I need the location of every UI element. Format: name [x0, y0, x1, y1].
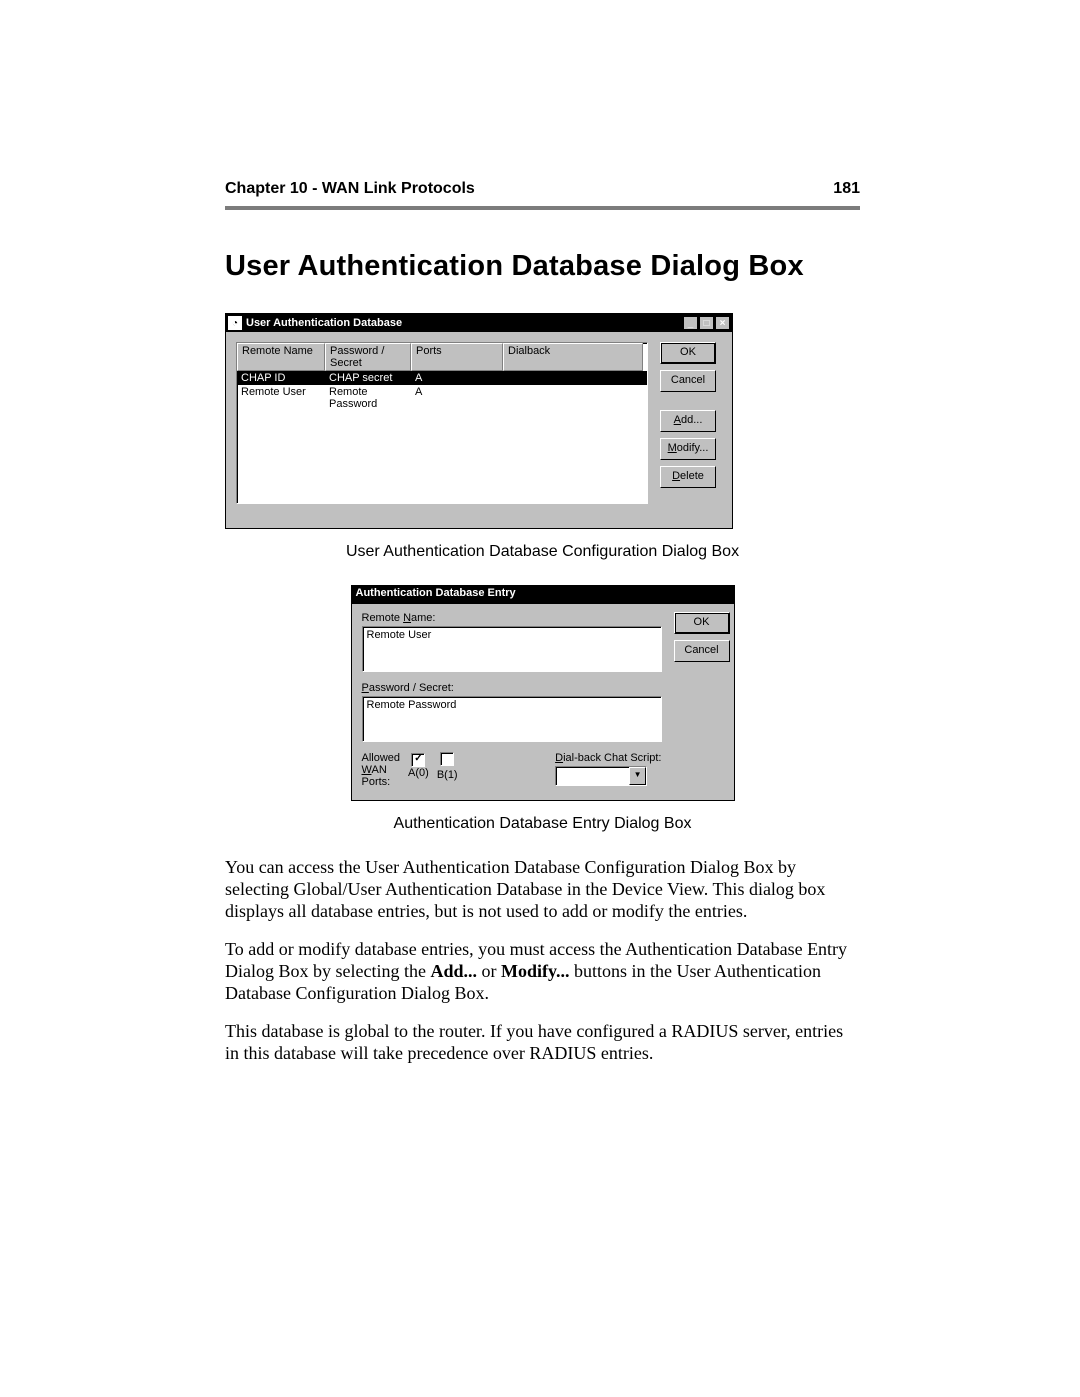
- auth-entry-titlebar: Authentication Database Entry: [352, 586, 734, 604]
- running-header: Chapter 10 - WAN Link Protocols 181: [225, 180, 860, 198]
- entry-cancel-button[interactable]: Cancel: [674, 640, 730, 662]
- maximize-button[interactable]: □: [699, 316, 714, 330]
- port-b-checkbox[interactable]: [440, 752, 454, 766]
- cell-name: Remote User: [237, 385, 325, 411]
- cell-secret: Remote Password: [325, 385, 411, 411]
- delete-button[interactable]: Delete: [660, 466, 716, 488]
- auth-db-dialog: ◔ User Authentication Database _ □ × Rem…: [225, 313, 733, 529]
- dialback-script-dropdown[interactable]: ▼: [555, 766, 647, 786]
- cancel-button[interactable]: Cancel: [660, 370, 716, 392]
- col-remote-name[interactable]: Remote Name: [237, 343, 325, 371]
- auth-entry-dialog: Authentication Database Entry Remote Nam…: [351, 585, 735, 801]
- port-a-checkbox[interactable]: ✓: [411, 753, 425, 767]
- paragraph-2: To add or modify database entries, you m…: [225, 939, 860, 1005]
- cell-dialback: [503, 385, 643, 411]
- auth-db-title: User Authentication Database: [246, 317, 682, 329]
- cell-name: CHAP ID: [237, 371, 325, 385]
- allowed-wan-ports-group: AllowedWANPorts: ✓ A(0) B(1): [362, 752, 458, 788]
- remote-name-field[interactable]: Remote User: [362, 626, 662, 672]
- dialback-script-label: Dial-back Chat Script:: [555, 752, 661, 764]
- auth-db-titlebar: ◔ User Authentication Database _ □ ×: [226, 314, 732, 332]
- paragraph-3: This database is global to the router. I…: [225, 1021, 860, 1065]
- cell-secret: CHAP secret: [325, 371, 411, 385]
- add-button[interactable]: Add...: [660, 410, 716, 432]
- page-title: User Authentication Database Dialog Box: [225, 250, 860, 283]
- password-secret-label: Password / Secret:: [362, 682, 662, 694]
- header-rule: [225, 206, 860, 210]
- page-number: 181: [800, 180, 860, 198]
- table-row[interactable]: Remote User Remote Password A: [237, 385, 647, 411]
- cell-ports: A: [411, 371, 503, 385]
- list-header: Remote Name Password / Secret Ports Dial…: [237, 343, 647, 371]
- paragraph-1: You can access the User Authentication D…: [225, 857, 860, 923]
- password-secret-field[interactable]: Remote Password: [362, 696, 662, 742]
- col-dialback[interactable]: Dialback: [503, 343, 643, 371]
- chevron-down-icon[interactable]: ▼: [629, 767, 646, 785]
- remote-name-label: Remote Name:: [362, 612, 662, 624]
- port-b-label: B(1): [437, 769, 458, 781]
- close-button[interactable]: ×: [715, 316, 730, 330]
- cell-ports: A: [411, 385, 503, 411]
- minimize-button[interactable]: _: [683, 316, 698, 330]
- body-text: You can access the User Authentication D…: [225, 857, 860, 1065]
- allowed-wan-ports-label: AllowedWANPorts:: [362, 752, 401, 788]
- chapter-label: Chapter 10 - WAN Link Protocols: [225, 180, 800, 198]
- ok-button[interactable]: OK: [660, 342, 716, 364]
- dialog1-caption: User Authentication Database Configurati…: [225, 543, 860, 561]
- port-a-label: A(0): [408, 767, 429, 779]
- entry-ok-button[interactable]: OK: [674, 612, 730, 634]
- app-icon: ◔: [228, 316, 242, 330]
- modify-button[interactable]: Modify...: [660, 438, 716, 460]
- table-row[interactable]: CHAP ID CHAP secret A: [237, 371, 647, 385]
- entries-listbox[interactable]: Remote Name Password / Secret Ports Dial…: [236, 342, 648, 504]
- cell-dialback: [503, 371, 643, 385]
- col-password-secret[interactable]: Password / Secret: [325, 343, 411, 371]
- dialback-script-value: [556, 767, 629, 785]
- col-ports[interactable]: Ports: [411, 343, 503, 371]
- dialog2-caption: Authentication Database Entry Dialog Box: [225, 815, 860, 833]
